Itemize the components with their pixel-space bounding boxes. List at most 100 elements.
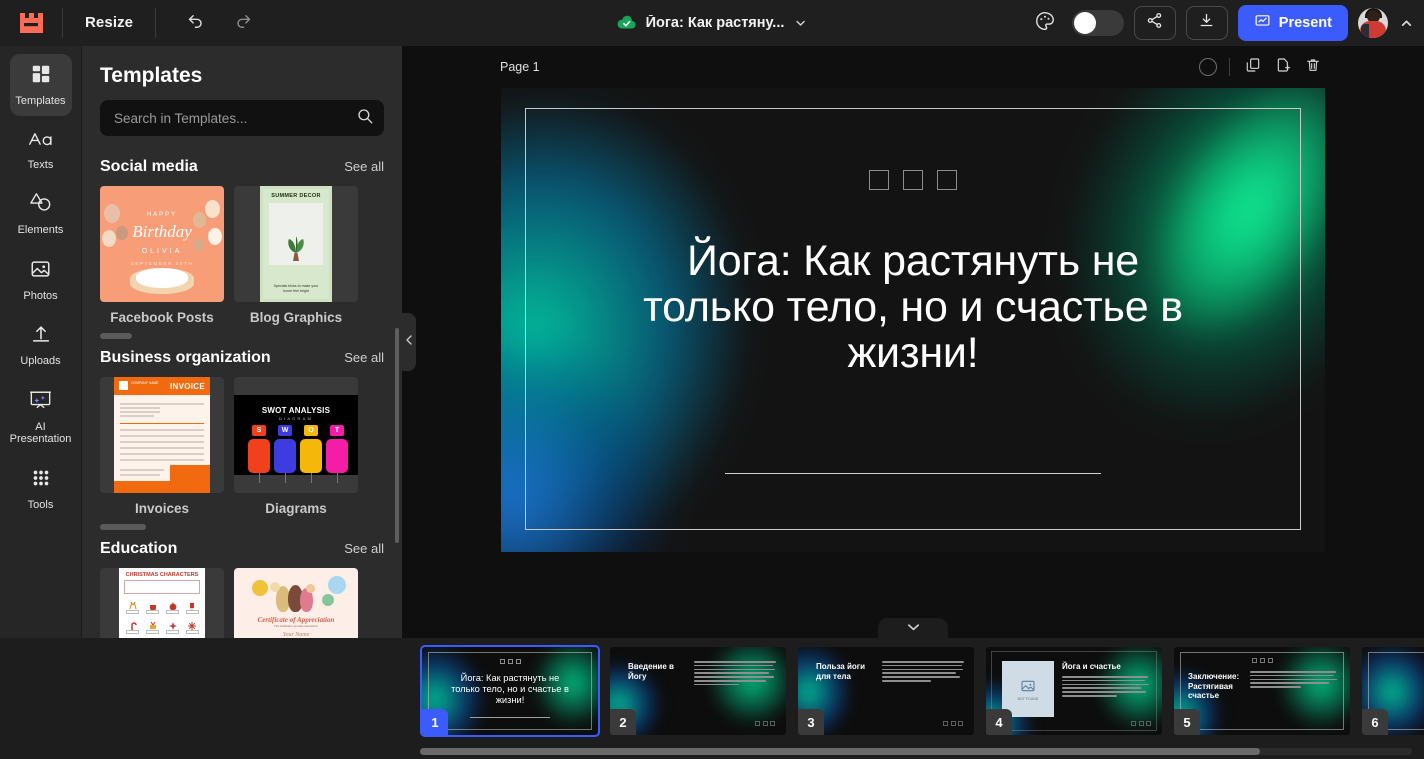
page-add-icon [1275,57,1291,78]
glyph-placeholder-row [1174,658,1350,663]
slide-thumbnail-4[interactable]: NOT FOUND Йога и счастье 4 [986,647,1162,735]
slide-thumb-body [1250,671,1338,690]
sidebar-item-texts[interactable]: Texts [10,120,72,180]
see-all-business-organization[interactable]: See all [344,350,384,365]
ai-presentation-icon [28,389,53,416]
slide-title-text[interactable]: Йога: Как растянуть не только тело, но и… [501,238,1325,376]
invoice-template-art: COMPANY NAME INVOICE [114,377,210,493]
strip-scrollbar-thumb[interactable] [420,748,1260,755]
palette-button[interactable] [1028,6,1062,40]
app-logo[interactable] [0,11,62,35]
avatar-art [1361,24,1369,38]
chevron-up-icon[interactable] [1398,15,1414,31]
section-education: Education See all [82,532,402,568]
see-all-education[interactable]: See all [344,541,384,556]
slide-divider-rule [725,473,1101,474]
left-rail: Templates Texts Elements Photos Uploads … [0,46,82,638]
art-text: SWOT ANALYSIS [261,406,331,415]
search-input[interactable] [114,110,356,126]
undo-button[interactable] [178,6,212,40]
top-toolbar: Resize Йога: Как растяну... Present [0,0,1424,46]
crown-logo-icon [18,11,44,35]
section-scrollbar[interactable] [100,524,146,530]
sidebar-item-label: Uploads [20,355,61,367]
see-all-social-media[interactable]: See all [344,159,384,174]
slide-number-badge: 2 [610,709,636,735]
sidebar-item-label: Templates [15,95,66,107]
delete-page-button[interactable] [1302,56,1324,78]
panel-scrollbar[interactable] [395,328,399,543]
art-text: Specials tricks to make your home feel b… [273,284,319,293]
search-box[interactable] [100,100,384,136]
art-text: CHRISTMAS CHARACTERS [125,572,199,578]
slide-canvas[interactable]: Йога: Как растянуть не только тело, но и… [501,88,1325,552]
search-icon[interactable] [356,107,374,130]
template-tile-invoices[interactable]: COMPANY NAME INVOICE Invoices [100,377,224,516]
document-title[interactable]: Йога: Как растяну... [646,15,785,31]
slide-thumbnail-1[interactable]: Йога: Как растянуть не только тело, но и… [420,645,600,737]
template-thumbnail: CHRISTMAS CHARACTERS [100,568,224,638]
birthday-template-art: HAPPY Birthday OLIVIA SEPTEMBER 20TH [100,186,224,302]
chevron-down-icon[interactable] [793,16,807,30]
sidebar-item-elements[interactable]: Elements [10,183,72,245]
strip-scrollbar-track[interactable] [420,748,1412,755]
dark-mode-toggle-knob [1073,12,1096,34]
glyph-placeholder [869,170,889,190]
template-tile-label: Facebook Posts [110,310,214,325]
slide-number-badge: 3 [798,709,824,735]
sidebar-item-tools[interactable]: Tools [10,458,72,520]
sidebar-item-ai-presentation[interactable]: AI Presentation [10,380,72,454]
slides-strip[interactable]: Йога: Как растянуть не только тело, но и… [0,638,1424,759]
template-tile-certificate[interactable]: Certificate of Appreciation This certifi… [234,568,358,638]
template-tile-facebook-posts[interactable]: HAPPY Birthday OLIVIA SEPTEMBER 20TH Fac… [100,186,224,325]
section-scrollbar[interactable] [100,333,132,339]
background-color-circle[interactable] [1199,58,1217,76]
theme-toggle[interactable] [1071,10,1124,36]
glyph-placeholder-row[interactable] [501,170,1325,190]
section-social-media: Social media See all [82,150,402,186]
present-button[interactable]: Present [1237,5,1348,41]
art-text: SUMMER DECOR [271,193,321,199]
slide-thumb-body [694,661,776,687]
download-button[interactable] [1185,6,1228,40]
section-title: Business organization [100,349,271,366]
glyph-placeholder-row [755,721,775,726]
user-avatar[interactable] [1358,8,1388,38]
toggle-slides-panel-button[interactable] [878,618,948,638]
slide-viewport: Йога: Как растянуть не только тело, но и… [402,88,1424,638]
document-title-group[interactable]: Йога: Как растяну... [617,0,808,46]
undo-icon [186,11,205,35]
sidebar-item-uploads[interactable]: Uploads [10,314,72,376]
template-tile-diagrams[interactable]: SWOT ANALYSIS DIAGRAM S W O T Diagrams [234,377,358,516]
sidebar-item-label: Tools [27,498,54,511]
swot-template-art: SWOT ANALYSIS DIAGRAM S W O T [234,395,358,483]
template-tile-blog-graphics[interactable]: SUMMER DECOR Specials tricks to make you… [234,186,358,325]
template-tile-label: Blog Graphics [249,310,343,325]
slide-thumb-title: Йога: Как растянуть не только тело, но и… [451,673,569,705]
text-aa-icon [28,129,54,154]
slide-thumb-heading: Введение в Йогу [628,662,674,681]
resize-button[interactable]: Resize [63,0,155,46]
slide-thumbnail-2[interactable]: Введение в Йогу 2 [610,647,786,735]
canvas-area: Page 1 Йога: Как растянуть не только тел… [402,46,1424,638]
add-page-button[interactable] [1272,56,1294,78]
art-text: OLIVIA [141,248,183,255]
redo-button[interactable] [226,6,260,40]
chevron-left-icon [404,333,414,351]
templates-scroll-region[interactable]: Social media See all HAPPY Birthday OLIV… [82,150,402,638]
duplicate-page-button[interactable] [1242,56,1264,78]
template-tile-christmas-characters[interactable]: CHRISTMAS CHARACTERS [100,568,224,638]
glyph-placeholder-row [1131,721,1151,726]
image-placeholder: NOT FOUND [1002,661,1054,717]
template-thumbnail: SWOT ANALYSIS DIAGRAM S W O T [234,377,358,493]
redo-icon [234,11,253,35]
sidebar-item-photos[interactable]: Photos [10,249,72,311]
slide-thumbnail-6[interactable]: 6 [1362,647,1424,735]
collapse-panel-button[interactable] [402,313,416,371]
presentation-screen-icon [1254,13,1271,34]
sidebar-item-templates[interactable]: Templates [9,54,72,116]
share-button[interactable] [1133,6,1176,40]
divider [155,8,157,38]
slide-thumbnail-3[interactable]: Польза йоги для тела 3 [798,647,974,735]
slide-thumbnail-5[interactable]: Заключение: Растягивая счастье 5 [1174,647,1350,735]
